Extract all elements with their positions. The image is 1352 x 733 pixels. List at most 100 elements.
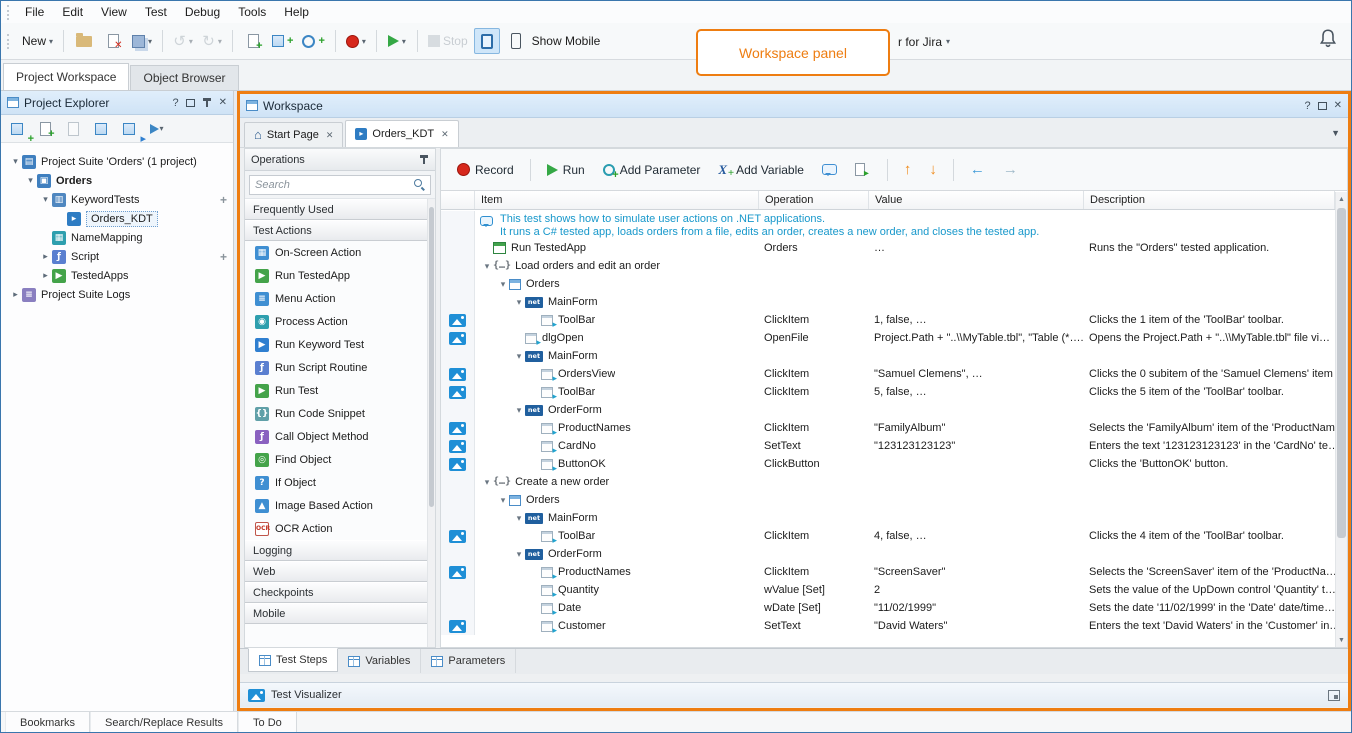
add-new-item-button[interactable]: + [240, 28, 266, 54]
visualizer-thumbnail-icon[interactable] [449, 566, 466, 579]
test-step-row-run-testedapp[interactable]: Run TestedApp Orders … Runs the "Orders"… [441, 239, 1335, 257]
pin-icon[interactable] [419, 154, 429, 165]
menu-help[interactable]: Help [275, 3, 318, 21]
run-project-button[interactable]: ▾ [145, 118, 169, 140]
ops-item-call-object-method[interactable]: ƒCall Object Method [245, 425, 435, 448]
move-up-button[interactable]: ↑ [898, 159, 918, 180]
visualizer-thumbnail-icon[interactable] [449, 386, 466, 399]
visualizer-thumbnail-icon[interactable] [449, 620, 466, 633]
expander-icon[interactable]: ▾ [24, 175, 37, 186]
test-step-row-create-a-new-order[interactable]: ▾{…}Create a new order [441, 473, 1335, 491]
tree-item-orders[interactable]: ▾ ▣ Orders [1, 171, 233, 190]
doc-tab-orders-kdt[interactable]: ▸Orders_KDT ✕ [345, 120, 458, 147]
add-project-item-button[interactable]: + [5, 118, 29, 140]
expander-icon[interactable]: ▸ [39, 270, 52, 281]
move-down-button[interactable]: ↓ [923, 159, 943, 180]
ops-item-run-test[interactable]: ▶Run Test [245, 379, 435, 402]
description-button[interactable] [849, 159, 871, 180]
menu-file[interactable]: File [16, 3, 53, 21]
tab-parameters[interactable]: Parameters [421, 649, 516, 673]
expander-icon[interactable]: ▾ [39, 194, 52, 205]
ops-item-image-based-action[interactable]: ▲Image Based Action [245, 494, 435, 517]
tree-item-namemapping[interactable]: ▦ NameMapping [1, 228, 233, 247]
ops-category-mobile[interactable]: Mobile [245, 603, 435, 624]
open-button[interactable] [71, 28, 97, 54]
tab-project-workspace[interactable]: Project Workspace [3, 63, 129, 90]
stop-button[interactable]: Stop [425, 28, 471, 54]
jira-dropdown[interactable]: r for Jira▾ [898, 23, 950, 60]
undo-button[interactable]: ↺▾ [170, 28, 196, 54]
visualizer-thumbnail-icon[interactable] [449, 530, 466, 543]
visualizer-thumbnail-icon[interactable] [449, 332, 466, 345]
visualizer-thumbnail-icon[interactable] [449, 368, 466, 381]
add-existing-item-button[interactable]: + [269, 28, 296, 54]
test-step-row-customer[interactable]: Customer SetText "David Waters" Enters t… [441, 617, 1335, 635]
test-step-row-mainform[interactable]: ▾netMainForm [441, 293, 1335, 311]
expander-icon[interactable]: ▾ [513, 513, 525, 524]
options-button[interactable]: + [299, 28, 327, 54]
mobile-device-button[interactable] [503, 28, 529, 54]
show-mobile-screen-button[interactable] [474, 28, 500, 54]
notifications-button[interactable] [1319, 28, 1337, 51]
close-document-button[interactable]: ✕ [100, 28, 126, 54]
tab-test-steps[interactable]: Test Steps [248, 648, 338, 672]
ops-category-checkpoints[interactable]: Checkpoints [245, 582, 435, 603]
test-step-row-productnames[interactable]: ProductNames ClickItem "ScreenSaver" Sel… [441, 563, 1335, 581]
close-panel-button[interactable]: ✕ [219, 97, 227, 108]
add-existing-button[interactable] [61, 118, 85, 140]
menu-test[interactable]: Test [136, 3, 176, 21]
menu-debug[interactable]: Debug [176, 3, 229, 21]
pin-button[interactable] [202, 97, 212, 108]
column-header-value[interactable]: Value [869, 191, 1084, 209]
help-button[interactable]: ? [172, 97, 178, 109]
ops-category-logging[interactable]: Logging [245, 540, 435, 561]
ops-item-run-keyword-test[interactable]: ▶Run Keyword Test [245, 333, 435, 356]
close-tab-icon[interactable]: ✕ [326, 130, 334, 141]
test-step-row-orders[interactable]: ▾Orders [441, 275, 1335, 293]
expander-icon[interactable]: ▾ [9, 156, 22, 167]
tab-list-dropdown[interactable]: ▼ [1331, 128, 1340, 138]
new-button[interactable]: New▾ [19, 28, 56, 54]
column-header-operation[interactable]: Operation [759, 191, 869, 209]
ops-item-if-object[interactable]: ?If Object [245, 471, 435, 494]
help-button[interactable]: ? [1304, 100, 1310, 112]
tab-search-replace-results[interactable]: Search/Replace Results [90, 712, 238, 733]
float-panel-button[interactable] [1318, 102, 1327, 110]
scroll-up-arrow[interactable]: ▲ [1336, 192, 1347, 206]
ops-item-run-code-snippet[interactable]: {}Run Code Snippet [245, 402, 435, 425]
add-parameter-button[interactable]: Add Parameter [597, 159, 707, 181]
visualizer-thumbnail-icon[interactable] [449, 422, 466, 435]
doc-tab-start-page[interactable]: ⌂Start Page ✕ [244, 122, 343, 147]
editor-scrollbar[interactable]: ▲ ▼ [1335, 192, 1347, 647]
add-variable-button[interactable]: XAdd Variable [712, 159, 810, 181]
menu-edit[interactable]: Edit [53, 3, 92, 21]
test-step-row-orderform[interactable]: ▾netOrderForm [441, 545, 1335, 563]
expand-visualizer-button[interactable] [1328, 690, 1340, 701]
tree-item-orders-kdt[interactable]: ▸ Orders_KDT [1, 209, 233, 228]
test-step-row-quantity[interactable]: Quantity wValue [Set] 2 Sets the value o… [441, 581, 1335, 599]
test-step-row-date[interactable]: Date wDate [Set] "11/02/1999" Sets the d… [441, 599, 1335, 617]
search-input[interactable]: Search [249, 175, 431, 195]
ops-item-process-action[interactable]: ◉Process Action [245, 310, 435, 333]
ops-category-test-actions[interactable]: Test Actions [245, 220, 435, 241]
test-step-row-productnames[interactable]: ProductNames ClickItem "FamilyAlbum" Sel… [441, 419, 1335, 437]
record-button[interactable]: Record [451, 159, 520, 181]
redo-button[interactable]: ↻▾ [199, 28, 225, 54]
visualizer-thumbnail-icon[interactable] [449, 458, 466, 471]
column-header-description[interactable]: Description [1084, 191, 1335, 209]
ops-item-run-testedapp[interactable]: ▶Run TestedApp [245, 264, 435, 287]
tab-object-browser[interactable]: Object Browser [130, 65, 238, 90]
test-step-row-toolbar[interactable]: ToolBar ClickItem 4, false, … Clicks the… [441, 527, 1335, 545]
run-button[interactable]: Run [541, 159, 591, 181]
tree-item-script[interactable]: ▸ ƒ Script + [1, 247, 233, 266]
comment-button[interactable] [816, 160, 843, 179]
expander-icon[interactable]: ▾ [513, 405, 525, 416]
tab-variables[interactable]: Variables [338, 649, 421, 673]
expander-icon[interactable]: ▸ [39, 251, 52, 262]
scroll-down-arrow[interactable]: ▼ [1336, 633, 1347, 647]
close-panel-button[interactable]: ✕ [1334, 100, 1342, 111]
test-step-row-mainform[interactable]: ▾netMainForm [441, 347, 1335, 365]
test-step-row-orderform[interactable]: ▾netOrderForm [441, 401, 1335, 419]
test-step-row-dlgopen[interactable]: dlgOpen OpenFile Project.Path + "..\\MyT… [441, 329, 1335, 347]
comment-row[interactable]: This test shows how to simulate user act… [441, 211, 1335, 239]
